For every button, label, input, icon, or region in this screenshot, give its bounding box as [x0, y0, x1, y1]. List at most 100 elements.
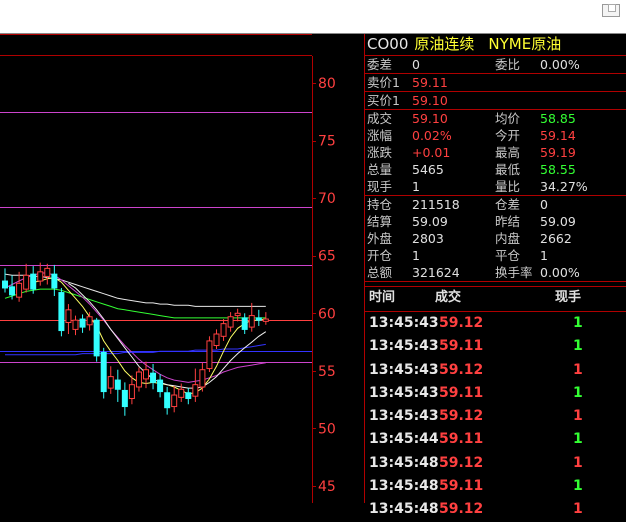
quote-label: 外盘	[367, 231, 393, 246]
quote-table: 委差 0 委比 0.00% 卖价1 59.11 买价1 59.10 成交 59.10 均价 58.85…	[365, 56, 626, 282]
candle-body	[100, 351, 107, 393]
y-tick-label: 80	[318, 76, 336, 92]
quote-label: 现手	[367, 179, 393, 194]
quote-header: CO00 原油连续 NYME原油	[365, 34, 626, 56]
quote-row: 总额 321624 换手率 0.00%	[365, 264, 626, 282]
quote-value: 2662	[540, 231, 572, 246]
quote-label: 持仓	[367, 197, 393, 212]
tick-time: 13:45:43	[369, 384, 439, 401]
quote-label: 买价1	[367, 93, 400, 108]
candle-body	[23, 274, 30, 290]
candle-body	[192, 384, 199, 397]
candle-body	[220, 323, 227, 337]
candle-body	[9, 286, 16, 296]
quote-row: 委差 0 委比 0.00%	[365, 56, 626, 74]
tick-volume: 1	[573, 454, 583, 471]
quote-row: 总量 5465 最低 58.55	[365, 161, 626, 178]
quote-value: 211518	[412, 197, 460, 212]
candle-body	[79, 318, 86, 328]
quote-label: 涨幅	[367, 128, 393, 143]
candle-body	[37, 271, 44, 282]
candle-body	[121, 389, 128, 408]
tick-row: 13:45:48 59.12 1	[365, 498, 626, 521]
candle-body	[255, 317, 262, 321]
quote-row: 成交 59.10 均价 58.85	[365, 110, 626, 127]
candle-body	[150, 372, 157, 383]
candle-body	[86, 316, 93, 326]
quote-value: 0.00%	[540, 57, 580, 72]
y-tick-label: 45	[318, 479, 336, 495]
quote-label: 涨跌	[367, 145, 393, 160]
quote-value: 1	[412, 248, 420, 263]
quote-row: 卖价1 59.11	[365, 74, 626, 92]
quote-label: 换手率	[495, 265, 533, 280]
ma-line-1	[4, 288, 266, 319]
tick-row: 13:45:43 59.11 1	[365, 335, 626, 358]
quote-label: 结算	[367, 214, 393, 229]
quote-value: 0	[540, 197, 548, 212]
tick-price: 59.12	[439, 361, 484, 378]
tick-time: 13:45:48	[369, 501, 439, 518]
quote-label: 总额	[367, 265, 393, 280]
quote-label: 成交	[367, 111, 393, 126]
tick-row: 13:45:43 59.12 1	[365, 405, 626, 428]
candle-body	[185, 392, 192, 399]
quote-value: 321624	[412, 265, 460, 280]
quote-value: 5465	[412, 162, 444, 177]
window-title-bar	[0, 0, 626, 34]
instrument-code: CO00	[367, 35, 409, 53]
tick-price: 59.12	[439, 501, 484, 518]
candle-body	[30, 273, 37, 290]
y-tick-label: 70	[318, 191, 336, 207]
quote-label: 委比	[495, 57, 521, 72]
tick-row: 13:45:43 59.12 1	[365, 312, 626, 335]
ticks-header: 时间 成交 现手	[365, 286, 626, 312]
tick-price: 59.12	[439, 408, 484, 425]
quote-value: 0.02%	[412, 128, 452, 143]
candle-body	[178, 388, 185, 398]
candle-body	[72, 319, 79, 330]
candle-body	[58, 292, 65, 332]
quote-row: 涨幅 0.02% 今开 59.14	[365, 127, 626, 144]
quote-value: 59.19	[540, 145, 576, 160]
tick-volume: 1	[573, 431, 583, 448]
quote-label: 今开	[495, 128, 521, 143]
ma-line-0	[4, 273, 266, 307]
candle-body	[51, 273, 58, 289]
candle-body	[199, 369, 206, 388]
tick-price: 59.12	[439, 315, 484, 331]
tick-volume: 1	[573, 501, 583, 518]
tick-time: 13:45:48	[369, 454, 439, 471]
candle-body	[107, 376, 114, 389]
quote-value: 58.55	[540, 162, 576, 177]
quote-row: 开仓 1 平仓 1	[365, 247, 626, 264]
restore-icon[interactable]	[602, 4, 620, 17]
quote-row: 买价1 59.10	[365, 92, 626, 110]
ticks-header-time: 时间	[369, 290, 396, 305]
candle-body	[206, 340, 213, 370]
y-tick-label: 50	[318, 421, 336, 437]
quote-label: 委差	[367, 57, 393, 72]
y-tick-label: 55	[318, 364, 336, 380]
candle-body	[114, 379, 121, 390]
candle-body	[227, 316, 234, 328]
quote-label: 最高	[495, 145, 521, 160]
quote-row: 涨跌 +0.01 最高 59.19	[365, 144, 626, 161]
tick-row: 13:45:48 59.12 1	[365, 452, 626, 475]
candle-body	[44, 267, 51, 277]
quote-label: 昨结	[495, 214, 521, 229]
quote-row: 现手 1 量比 34.27%	[365, 178, 626, 196]
tick-time: 13:45:48	[369, 478, 439, 495]
quote-label: 总量	[367, 162, 393, 177]
tick-volume: 1	[573, 384, 583, 401]
tick-time: 13:45:43	[369, 408, 439, 425]
candle-body	[128, 384, 135, 399]
quote-value: 58.85	[540, 111, 576, 126]
candle-body	[93, 319, 100, 357]
quote-value: 59.10	[412, 93, 448, 108]
quote-value: 0	[412, 57, 420, 72]
candle-body	[262, 318, 269, 322]
quote-label: 卖价1	[367, 75, 400, 90]
quote-value: 0.00%	[540, 265, 580, 280]
quote-value: 1	[412, 179, 420, 194]
